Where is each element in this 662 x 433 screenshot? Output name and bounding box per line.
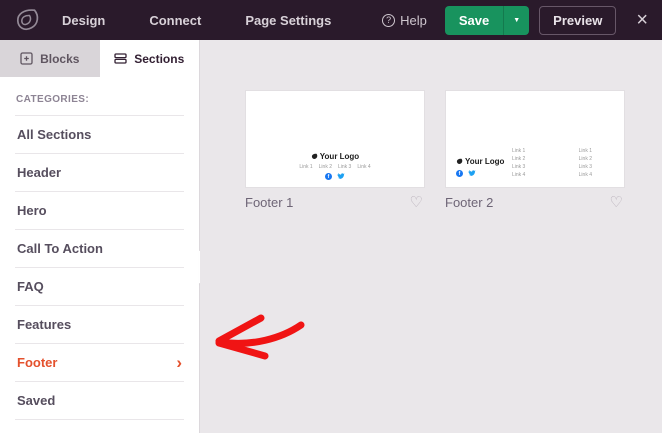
section-title: Footer 2 bbox=[445, 195, 493, 210]
preview-link: Link 4 bbox=[579, 172, 592, 178]
twitter-icon bbox=[337, 173, 345, 180]
category-hero[interactable]: Hero bbox=[15, 192, 184, 230]
footer-2-preview-logo-block: Your Logo f bbox=[456, 157, 504, 177]
footer-2-thumbnail[interactable]: Your Logo f Link 1 Link 2 bbox=[445, 90, 625, 188]
nav-design[interactable]: Design bbox=[62, 13, 105, 28]
preview-logo-text: Your Logo bbox=[320, 152, 359, 161]
preview-social-icons: f bbox=[325, 173, 345, 180]
app-body: Blocks Sections CATEGORIES: All Sections… bbox=[0, 40, 662, 433]
category-label: Header bbox=[17, 165, 61, 180]
sections-icon bbox=[114, 52, 127, 65]
footer-2-label-row: Footer 2 ♡ bbox=[445, 195, 625, 210]
tab-blocks-label: Blocks bbox=[40, 52, 79, 66]
nav-page-settings[interactable]: Page Settings bbox=[245, 13, 331, 28]
facebook-icon: f bbox=[325, 173, 332, 180]
category-label: Hero bbox=[17, 203, 47, 218]
category-label: FAQ bbox=[17, 279, 44, 294]
preview-link: Link 2 bbox=[512, 156, 525, 162]
preview-link-column: Link 1 Link 2 Link 3 Link 4 bbox=[579, 148, 592, 178]
footer-1-preview: Your Logo Link 1 Link 2 Link 3 Link 4 f bbox=[246, 152, 424, 180]
preview-link: Link 4 bbox=[357, 164, 370, 170]
category-saved[interactable]: Saved bbox=[15, 382, 184, 420]
facebook-icon: f bbox=[456, 170, 463, 177]
preview-link: Link 4 bbox=[512, 172, 525, 178]
footer-1-thumbnail[interactable]: Your Logo Link 1 Link 2 Link 3 Link 4 f bbox=[245, 90, 425, 188]
preview-link: Link 3 bbox=[579, 164, 592, 170]
preview-logo: Your Logo bbox=[311, 152, 359, 161]
category-label: Features bbox=[17, 317, 71, 332]
nav-connect[interactable]: Connect bbox=[149, 13, 201, 28]
leaf-logo-icon bbox=[311, 153, 318, 160]
category-label: Saved bbox=[17, 393, 55, 408]
save-dropdown-button[interactable]: ▼ bbox=[503, 6, 529, 35]
help-link[interactable]: ? Help bbox=[382, 13, 427, 28]
footer-2-preview-link-columns: Link 1 Link 2 Link 3 Link 4 Link 1 Link … bbox=[512, 148, 616, 178]
sidebar: Blocks Sections CATEGORIES: All Sections… bbox=[0, 40, 200, 433]
footer-1-label-row: Footer 1 ♡ bbox=[245, 195, 425, 210]
chevron-right-icon: › bbox=[176, 358, 182, 368]
close-icon[interactable]: × bbox=[636, 10, 648, 30]
tab-blocks[interactable]: Blocks bbox=[0, 40, 100, 77]
favorite-heart-icon[interactable]: ♡ bbox=[610, 195, 623, 210]
preview-link: Link 3 bbox=[338, 164, 351, 170]
category-label: Footer bbox=[17, 355, 57, 370]
preview-button[interactable]: Preview bbox=[539, 6, 616, 35]
preview-links: Link 1 Link 2 Link 3 Link 4 bbox=[299, 164, 370, 170]
tab-sections-label: Sections bbox=[134, 52, 184, 66]
category-header[interactable]: Header bbox=[15, 154, 184, 192]
category-faq[interactable]: FAQ bbox=[15, 268, 184, 306]
leaf-logo-icon bbox=[456, 158, 463, 165]
top-bar: Design Connect Page Settings ? Help Save… bbox=[0, 0, 662, 40]
preview-link: Link 1 bbox=[512, 148, 525, 154]
category-footer[interactable]: Footer › bbox=[15, 344, 184, 382]
preview-link: Link 1 bbox=[299, 164, 312, 170]
sidebar-tabs: Blocks Sections bbox=[0, 40, 199, 77]
preview-logo-text: Your Logo bbox=[465, 157, 504, 166]
preview-link: Link 2 bbox=[579, 156, 592, 162]
help-icon: ? bbox=[382, 14, 395, 27]
section-cards: Your Logo Link 1 Link 2 Link 3 Link 4 f bbox=[245, 90, 662, 210]
section-card-footer-1: Your Logo Link 1 Link 2 Link 3 Link 4 f bbox=[245, 90, 425, 210]
tab-sections[interactable]: Sections bbox=[100, 40, 200, 77]
section-title: Footer 1 bbox=[245, 195, 293, 210]
preview-link: Link 1 bbox=[579, 148, 592, 154]
category-favorites[interactable]: Favorites bbox=[15, 420, 184, 433]
caret-down-icon: ▼ bbox=[513, 17, 520, 24]
section-card-footer-2: Your Logo f Link 1 Link 2 bbox=[445, 90, 625, 210]
top-nav: Design Connect Page Settings bbox=[62, 13, 331, 28]
category-call-to-action[interactable]: Call To Action bbox=[15, 230, 184, 268]
sections-panel: Your Logo Link 1 Link 2 Link 3 Link 4 f bbox=[200, 40, 662, 433]
preview-logo: Your Logo bbox=[456, 157, 504, 166]
preview-social-icons: f bbox=[456, 170, 504, 177]
category-features[interactable]: Features bbox=[15, 306, 184, 344]
red-annotation-arrow bbox=[210, 310, 310, 370]
preview-link-column: Link 1 Link 2 Link 3 Link 4 bbox=[512, 148, 525, 178]
topbar-actions: ? Help Save ▼ Preview × bbox=[382, 6, 648, 35]
blocks-icon bbox=[20, 52, 33, 65]
save-button[interactable]: Save bbox=[445, 6, 503, 35]
preview-link: Link 2 bbox=[319, 164, 332, 170]
favorite-heart-icon[interactable]: ♡ bbox=[410, 195, 423, 210]
category-label: All Sections bbox=[17, 127, 91, 142]
category-all-sections[interactable]: All Sections bbox=[15, 115, 184, 154]
save-button-group: Save ▼ bbox=[445, 6, 529, 35]
category-list: All Sections Header Hero Call To Action … bbox=[0, 115, 199, 433]
preview-link: Link 3 bbox=[512, 164, 525, 170]
categories-heading: CATEGORIES: bbox=[0, 77, 199, 115]
seedprod-logo-icon bbox=[14, 7, 40, 33]
category-label: Call To Action bbox=[17, 241, 103, 256]
help-label: Help bbox=[400, 13, 427, 28]
twitter-icon bbox=[468, 170, 476, 177]
